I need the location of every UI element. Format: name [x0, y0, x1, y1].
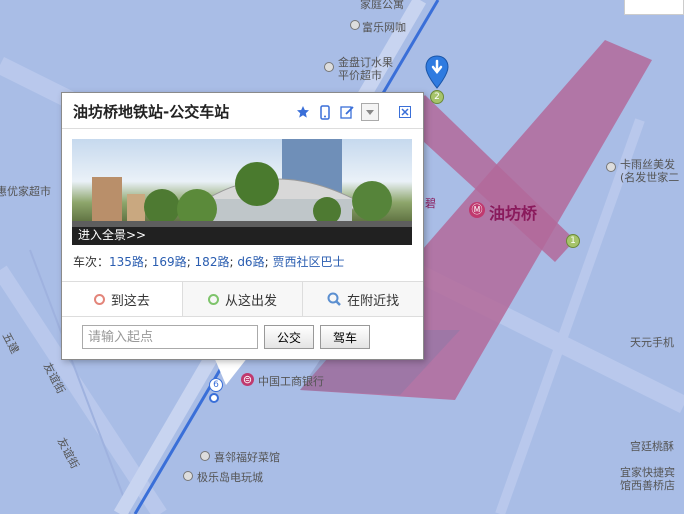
- drive-button[interactable]: 驾车: [320, 325, 371, 349]
- route-link[interactable]: 182路: [195, 255, 230, 269]
- panorama-photo[interactable]: 进入全景>>: [72, 139, 412, 245]
- tab-search-nearby[interactable]: 在附近找: [303, 282, 424, 316]
- map-control-corner[interactable]: [624, 0, 684, 15]
- tab-label: 在附近找: [347, 293, 400, 309]
- station-label[interactable]: 油坊桥: [489, 200, 537, 224]
- bus-routes: 车次：135路; 169路; 182路; d6路; 贾西社区巴士: [73, 255, 345, 269]
- map-label-7[interactable]: 天元手机: [630, 334, 674, 350]
- route-link[interactable]: d6路: [237, 255, 264, 269]
- map-label-3[interactable]: 平价超市: [338, 67, 382, 83]
- routes-label: 车次：: [73, 255, 110, 269]
- tab-label: 到这去: [110, 293, 150, 309]
- phone-icon[interactable]: [317, 104, 333, 120]
- search-nearby-icon: [327, 292, 342, 306]
- exit-badge-1[interactable]: 1: [566, 234, 580, 248]
- map-label-8[interactable]: 中国工商银行: [258, 373, 324, 389]
- route-link[interactable]: 135路: [109, 255, 144, 269]
- poi-icon: [350, 20, 360, 30]
- tab-label: 从这出发: [225, 293, 278, 309]
- map-label-0[interactable]: 家庭公寓: [360, 0, 404, 12]
- route-link[interactable]: 贾西社区巴士: [272, 255, 344, 269]
- exit-badge-2[interactable]: 2: [430, 90, 444, 104]
- popup-title: 油坊桥地铁站-公交车站: [73, 103, 230, 121]
- poi-icon: [606, 162, 616, 172]
- map-label-10[interactable]: 极乐岛电玩城: [197, 469, 263, 485]
- location-pin-icon[interactable]: [425, 55, 449, 89]
- popup-toolbar: [295, 103, 413, 121]
- tab-go-here[interactable]: 到这去: [62, 282, 183, 316]
- route-link[interactable]: 169路: [152, 255, 187, 269]
- direction-tabs: 到这去 从这出发 在附近找: [62, 281, 424, 317]
- poi-icon: [324, 62, 334, 72]
- destination-ring-icon: [93, 293, 105, 305]
- map-label-9[interactable]: 喜邻福好菜馆: [214, 449, 280, 465]
- map-label-11[interactable]: 宫廷桃酥: [630, 438, 674, 454]
- panorama-link[interactable]: 进入全景>>: [78, 226, 146, 243]
- metro-icon: Ⓜ: [469, 202, 485, 218]
- tab-start-here[interactable]: 从这出发: [182, 282, 304, 316]
- star-icon[interactable]: [295, 104, 311, 120]
- map-label-1[interactable]: 富乐网咖: [362, 19, 406, 35]
- close-icon[interactable]: [397, 104, 413, 120]
- dropdown-icon[interactable]: [361, 103, 379, 121]
- map-label-13[interactable]: 馆西善桥店: [620, 477, 675, 493]
- map-label-5[interactable]: (名发世家二: [620, 169, 679, 185]
- road-label-bi: 碧: [425, 197, 436, 210]
- title-divider: [62, 128, 423, 129]
- info-window: 油坊桥地铁站-公交车站 进入全景>> 车次：135路; 169路; 182路; …: [61, 92, 424, 360]
- poi-icon: [200, 451, 210, 461]
- map-label-6[interactable]: 惠优家超市: [0, 183, 51, 199]
- popup-tail: [214, 357, 248, 385]
- bus-stop-marker: [209, 393, 219, 403]
- edit-icon[interactable]: [339, 104, 355, 120]
- start-point-input[interactable]: [82, 325, 258, 349]
- origin-ring-icon: [208, 293, 219, 305]
- bus-button[interactable]: 公交: [264, 325, 315, 349]
- route-input-row: 公交 驾车: [82, 325, 371, 349]
- poi-icon: [183, 471, 193, 481]
